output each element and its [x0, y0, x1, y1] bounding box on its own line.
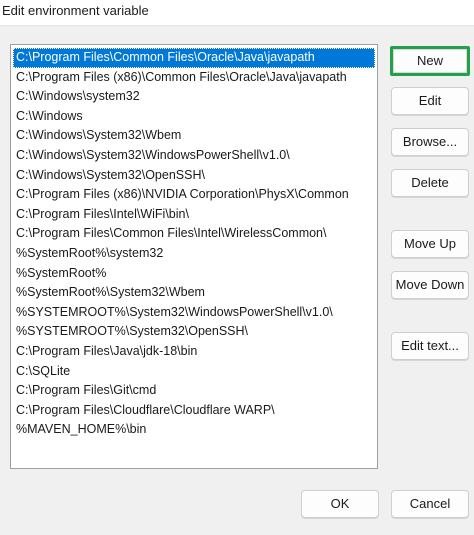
path-list-item[interactable]: %SystemRoot%\system32	[11, 244, 377, 264]
path-list-item[interactable]: C:\Windows\System32\WindowsPowerShell\v1…	[11, 146, 377, 166]
path-list-item[interactable]: %SystemRoot%\System32\Wbem	[11, 283, 377, 303]
move-up-button[interactable]: Move Up	[391, 230, 469, 258]
path-list-item[interactable]: C:\Program Files\Intel\WiFi\bin\	[11, 205, 377, 225]
delete-button[interactable]: Delete	[391, 169, 469, 197]
path-list-item[interactable]: %SYSTEMROOT%\System32\OpenSSH\	[11, 322, 377, 342]
move-down-button[interactable]: Move Down	[391, 271, 469, 299]
cancel-button[interactable]: Cancel	[391, 490, 469, 518]
path-list-items: C:\Program Files\Common Files\Oracle\Jav…	[11, 48, 377, 440]
path-list-item[interactable]: %SYSTEMROOT%\System32\WindowsPowerShell\…	[11, 303, 377, 323]
path-list-item[interactable]: C:\Windows	[11, 107, 377, 127]
ok-button[interactable]: OK	[301, 490, 379, 518]
path-list-item[interactable]: C:\Windows\System32\Wbem	[11, 126, 377, 146]
edit-text-button[interactable]: Edit text...	[391, 332, 469, 360]
path-list-item[interactable]: C:\Program Files (x86)\NVIDIA Corporatio…	[11, 185, 377, 205]
path-list-item[interactable]: C:\Program Files (x86)\Common Files\Orac…	[11, 68, 377, 88]
path-list-item[interactable]: %SystemRoot%	[11, 264, 377, 284]
path-list[interactable]: C:\Program Files\Common Files\Oracle\Jav…	[10, 44, 378, 469]
path-list-item[interactable]: C:\Program Files\Cloudflare\Cloudflare W…	[11, 401, 377, 421]
path-list-item[interactable]: %MAVEN_HOME%\bin	[11, 420, 377, 440]
edit-environment-variable-dialog: Edit environment variable C:\Program Fil…	[0, 0, 474, 535]
path-list-item[interactable]: C:\SQLite	[11, 362, 377, 382]
edit-button[interactable]: Edit	[391, 87, 469, 115]
window-title: Edit environment variable	[2, 3, 149, 18]
path-list-item[interactable]: C:\Program Files\Git\cmd	[11, 381, 377, 401]
path-list-item[interactable]: C:\Program Files\Common Files\Intel\Wire…	[11, 224, 377, 244]
path-list-item[interactable]: C:\Program Files\Common Files\Oracle\Jav…	[13, 48, 375, 68]
path-list-item[interactable]: C:\Program Files\Java\jdk-18\bin	[11, 342, 377, 362]
title-bar: Edit environment variable	[0, 0, 474, 26]
path-list-item[interactable]: C:\Windows\system32	[11, 87, 377, 107]
new-button[interactable]: New	[390, 46, 470, 76]
path-list-item[interactable]: C:\Windows\System32\OpenSSH\	[11, 166, 377, 186]
browse-button[interactable]: Browse...	[391, 128, 469, 156]
